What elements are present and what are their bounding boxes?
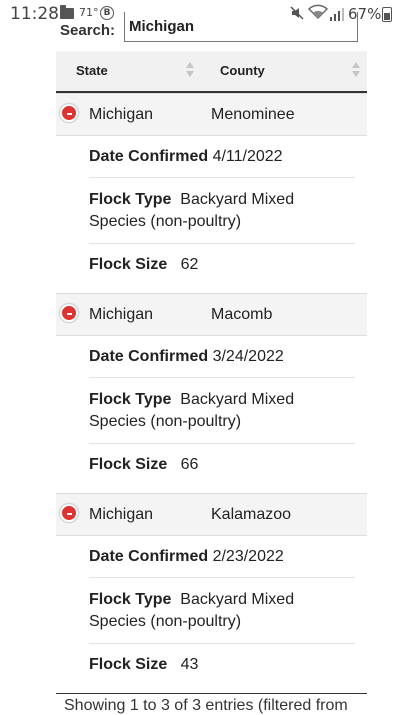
detail-value: 2/23/2022: [212, 548, 284, 565]
battery-icon: [382, 7, 392, 22]
search-label: Search:: [60, 22, 116, 39]
detail-date-confirmed: Date Confirmed 3/24/2022: [89, 336, 355, 378]
row-summary[interactable]: Michigan Macomb: [56, 293, 367, 336]
detail-date-confirmed: Date Confirmed 2/23/2022: [89, 536, 355, 578]
search-input[interactable]: Michigan: [124, 12, 358, 42]
detail-label: Flock Size: [89, 256, 168, 273]
clock: 11:28: [10, 4, 59, 24]
cell-state: Michigan: [89, 106, 154, 123]
collapse-toggle-icon[interactable]: [60, 104, 78, 122]
detail-value: 4/11/2022: [212, 148, 283, 165]
cell-state: Michigan: [89, 306, 154, 323]
search-row: Search: Michigan: [60, 12, 370, 46]
detail-label: Flock Size: [89, 456, 168, 473]
row-summary[interactable]: Michigan Menominee: [56, 93, 367, 136]
cell-state: Michigan: [89, 506, 154, 523]
collapse-toggle-icon[interactable]: [60, 504, 78, 522]
cell-county: Macomb: [211, 306, 273, 323]
column-header-state[interactable]: State: [76, 63, 108, 78]
detail-label: Date Confirmed: [89, 548, 209, 565]
row-summary[interactable]: Michigan Kalamazoo: [56, 493, 367, 536]
table-header: State County: [56, 51, 367, 93]
detail-flock-type: Flock Type Backyard Mixed Species (non-p…: [89, 378, 355, 444]
detail-date-confirmed: Date Confirmed 4/11/2022: [89, 136, 355, 178]
detail-value: 43: [180, 656, 199, 673]
detail-label: Date Confirmed: [89, 348, 209, 365]
detail-label: Flock Type: [89, 591, 172, 608]
detail-flock-type: Flock Type Backyard Mixed Species (non-p…: [89, 178, 355, 244]
detail-flock-size: Flock Size 62: [89, 244, 355, 293]
table-bottom-border: [56, 693, 367, 694]
detail-flock-type: Flock Type Backyard Mixed Species (non-p…: [89, 578, 355, 644]
detail-value: 66: [180, 456, 199, 473]
detail-label: Flock Size: [89, 656, 168, 673]
detail-value: 3/24/2022: [212, 348, 284, 365]
table-row: Michigan Kalamazoo Date Confirmed 2/23/2…: [56, 493, 367, 693]
results-table: State County Michigan Menominee Date Con…: [56, 51, 367, 694]
collapse-toggle-icon[interactable]: [60, 304, 78, 322]
detail-flock-size: Flock Size 66: [89, 444, 355, 493]
cell-county: Kalamazoo: [211, 506, 292, 523]
detail-value: 62: [180, 256, 199, 273]
table-row: Michigan Menominee Date Confirmed 4/11/2…: [56, 93, 367, 293]
sort-icon[interactable]: [186, 62, 194, 78]
column-header-county[interactable]: County: [220, 63, 265, 78]
sort-icon[interactable]: [352, 62, 360, 78]
detail-label: Date Confirmed: [89, 148, 209, 165]
cell-county: Menominee: [211, 106, 295, 123]
table-row: Michigan Macomb Date Confirmed 3/24/2022…: [56, 293, 367, 493]
detail-flock-size: Flock Size 43: [89, 644, 355, 693]
detail-label: Flock Type: [89, 391, 172, 408]
detail-label: Flock Type: [89, 191, 172, 208]
table-info: Showing 1 to 3 of 3 entries (filtered fr…: [64, 697, 348, 714]
